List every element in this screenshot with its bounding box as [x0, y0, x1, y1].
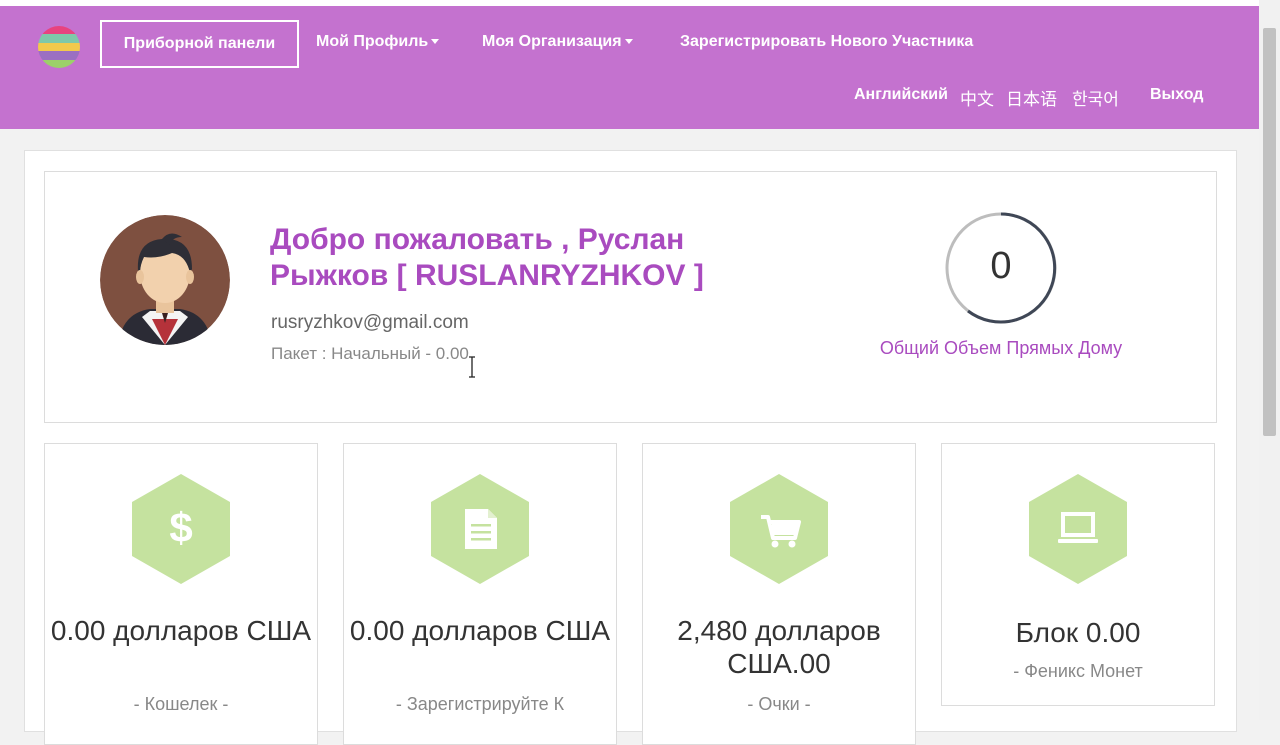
- phoenix-value: Блок 0.00: [1015, 617, 1141, 648]
- document-icon: [431, 474, 529, 584]
- points-label: - Очки -: [747, 694, 811, 714]
- nav-my-profile[interactable]: Мой Профиль: [316, 20, 440, 64]
- wallet-card[interactable]: $ 0.00 долларов США - Кошелек -: [44, 443, 318, 745]
- register-label: - Зарегистрируйте К: [395, 694, 565, 714]
- navbar: Приборной панели Мой Профиль Моя Организ…: [0, 6, 1259, 129]
- user-email: rusryzhkov@gmail.com: [271, 312, 469, 333]
- scrollbar-thumb[interactable]: [1263, 28, 1276, 436]
- nav-my-profile-label: Мой Профиль: [316, 33, 429, 50]
- package-info: Пакет : Начальный - 0.00: [271, 344, 469, 363]
- page-scrollbar[interactable]: [1259, 0, 1280, 720]
- lang-japanese[interactable]: 日本语: [1006, 85, 1057, 110]
- welcome-title: Добро пожаловать , Руслан Рыжков [ RUSLA…: [270, 223, 704, 292]
- wallet-value: 0.00 долларов США: [50, 615, 312, 646]
- logout-link[interactable]: Выход: [1150, 86, 1203, 104]
- laptop-icon: [1029, 474, 1127, 584]
- lang-chinese[interactable]: 中文: [960, 85, 994, 110]
- register-card[interactable]: 0.00 долларов США - Зарегистрируйте К: [343, 443, 617, 745]
- points-value: 2,480 долларов США.00: [677, 615, 881, 679]
- dollar-icon: $: [132, 474, 230, 584]
- points-card[interactable]: 2,480 долларов США.00 - Очки -: [642, 443, 916, 745]
- direct-volume-label: Общий Объем Прямых Дому: [879, 338, 1123, 358]
- nav-dashboard[interactable]: Приборной панели: [100, 20, 299, 68]
- chevron-down-icon: [431, 39, 440, 45]
- lang-korean[interactable]: 한국어: [1072, 85, 1119, 110]
- phoenix-label: - Феникс Монет: [1013, 661, 1143, 681]
- avatar: [100, 215, 230, 345]
- direct-volume-value: 0: [990, 245, 1012, 287]
- chevron-down-icon: [624, 39, 633, 45]
- logo-icon[interactable]: [37, 25, 81, 69]
- phoenix-card[interactable]: Блок 0.00 - Феникс Монет: [941, 443, 1215, 706]
- text-cursor-icon: [469, 356, 475, 378]
- nav-my-organization[interactable]: Моя Организация: [482, 20, 633, 64]
- nav-my-organization-label: Моя Организация: [482, 33, 622, 50]
- lang-english[interactable]: Английский: [854, 86, 948, 104]
- cart-icon: [730, 474, 828, 584]
- nav-register-member[interactable]: Зарегистрировать Нового Участника: [680, 20, 973, 64]
- wallet-label: - Кошелек -: [133, 694, 229, 714]
- register-value: 0.00 долларов США: [349, 615, 611, 646]
- svg-text:$: $: [169, 504, 192, 551]
